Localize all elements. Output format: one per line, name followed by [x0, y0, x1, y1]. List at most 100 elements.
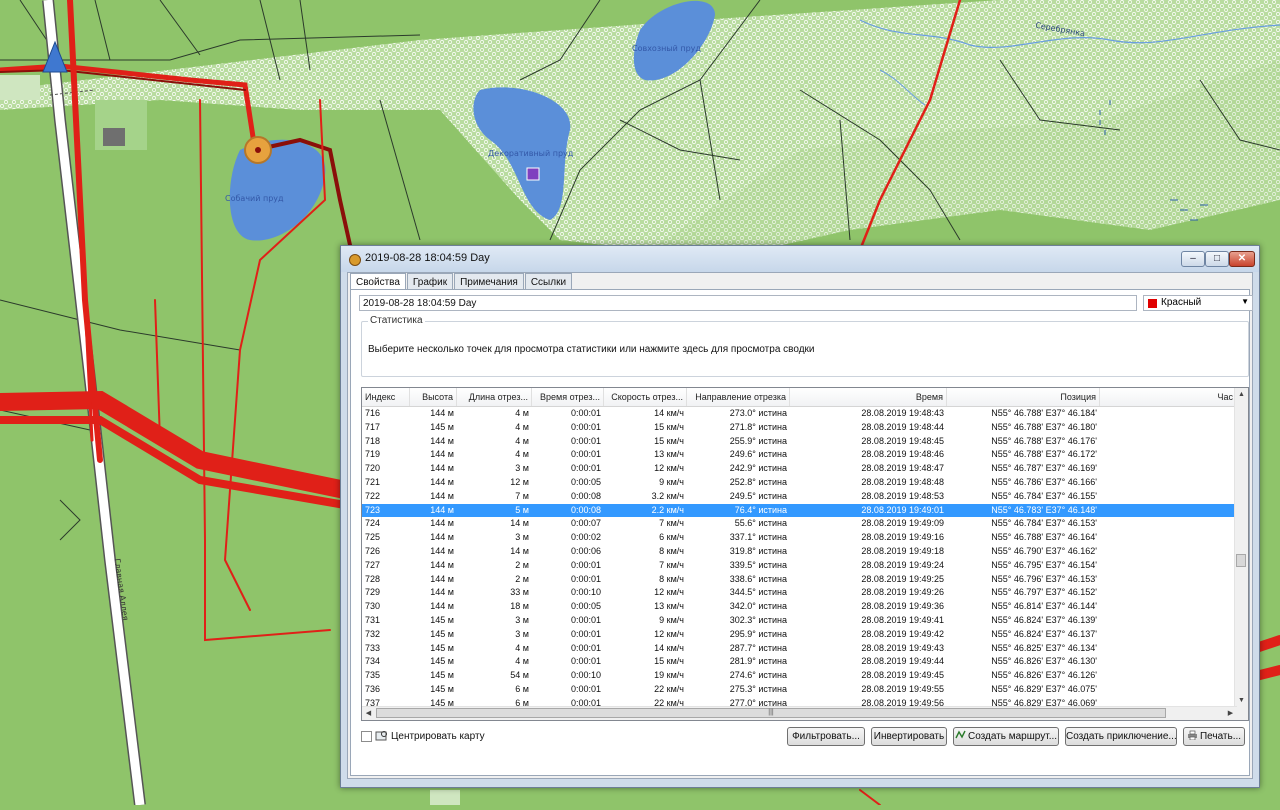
cell-leg-speed: 15 км/ч	[654, 435, 684, 446]
cell-leg-length: 3 м	[515, 614, 529, 625]
cell-leg-course: 337.1° истина	[729, 532, 787, 543]
poi-icon[interactable]	[526, 167, 540, 181]
scroll-up-icon[interactable]: ▲	[1235, 388, 1248, 401]
table-row[interactable]: 734 145 м 4 м 0:00:01 15 км/ч 281.9° истина 28…	[362, 655, 1237, 669]
cell-leg-length: 7 м	[515, 490, 529, 501]
column-header-timezone[interactable]: Час	[1100, 388, 1237, 406]
column-header-leg-time[interactable]: Время отрез...	[532, 388, 604, 406]
horizontal-scroll-thumb[interactable]: |||	[376, 708, 1166, 718]
table-row[interactable]: 732 145 м 3 м 0:00:01 12 км/ч 295.9° истина 28…	[362, 628, 1237, 642]
column-header-leg-length[interactable]: Длина отрез...	[457, 388, 532, 406]
color-dropdown[interactable]: Красный ▼	[1143, 295, 1253, 311]
cell-position: N55° 46.784' E37° 46.153'	[991, 518, 1097, 529]
table-row[interactable]: 725 144 м 3 м 0:00:02 6 км/ч 337.1° истина 28.…	[362, 531, 1237, 545]
create-route-button[interactable]: Создать маршрут...	[953, 727, 1059, 746]
cell-position: N55° 46.783' E37° 46.148'	[991, 504, 1097, 515]
cell-time: 28.08.2019 19:49:24	[861, 559, 944, 570]
table-row[interactable]: 724 144 м 14 м 0:00:07 7 км/ч 55.6° истина 28.…	[362, 517, 1237, 531]
statistics-group[interactable]: Статистика Выберите несколько точек для …	[361, 315, 1249, 377]
cell-leg-length: 3 м	[515, 628, 529, 639]
cell-leg-speed: 22 км/ч	[654, 683, 684, 694]
cell-leg-speed: 12 км/ч	[654, 587, 684, 598]
cell-time: 28.08.2019 19:49:09	[861, 518, 944, 529]
cell-leg-course: 275.3° истина	[729, 683, 787, 694]
cell-altitude: 144 м	[430, 408, 454, 418]
table-row[interactable]: 722 144 м 7 м 0:00:08 3.2 км/ч 249.5° истина 2…	[362, 490, 1237, 504]
cell-position: N55° 46.796' E37° 46.153'	[991, 573, 1097, 584]
cell-time: 28.08.2019 19:49:26	[861, 587, 944, 598]
cell-time: 28.08.2019 19:49:45	[861, 670, 944, 681]
center-map-checkbox[interactable]	[361, 731, 372, 742]
create-adventure-button[interactable]: Создать приключение...	[1065, 727, 1177, 746]
table-body: 716 144 м 4 м 0:00:01 14 км/ч 273.0° истина 28…	[362, 407, 1237, 711]
cell-leg-time: 0:00:01	[570, 642, 601, 653]
cell-leg-length: 18 м	[510, 601, 529, 612]
cell-position: N55° 46.814' E37° 46.144'	[991, 601, 1097, 612]
column-header-time[interactable]: Время	[790, 388, 947, 406]
cell-leg-course: 271.8° истина	[729, 421, 787, 432]
print-button[interactable]: Печать...	[1183, 727, 1245, 746]
cell-position: N55° 46.795' E37° 46.154'	[991, 559, 1097, 570]
table-row[interactable]: 736 145 м 6 м 0:00:01 22 км/ч 275.3° истина 28…	[362, 683, 1237, 697]
track-points-table[interactable]: Индекс Высота Длина отрез... Время отрез...…	[361, 387, 1249, 721]
statistics-hint[interactable]: Выберите несколько точек для просмотра с…	[368, 344, 815, 355]
cell-leg-time: 0:00:10	[570, 670, 601, 681]
column-header-index[interactable]: Индекс	[362, 388, 410, 406]
close-button[interactable]: ✕	[1229, 251, 1255, 267]
cell-position: N55° 46.788' E37° 46.176'	[991, 435, 1097, 446]
cell-leg-speed: 14 км/ч	[654, 642, 684, 653]
cell-altitude: 145 м	[430, 670, 454, 681]
table-row[interactable]: 718 144 м 4 м 0:00:01 15 км/ч 255.9° истина 28…	[362, 435, 1237, 449]
cell-leg-length: 2 м	[515, 559, 529, 570]
cell-position: N55° 46.786' E37° 46.166'	[991, 476, 1097, 487]
title-bar[interactable]: 2019-08-28 18:04:59 Day – □ ✕	[341, 246, 1259, 272]
table-row[interactable]: 728 144 м 2 м 0:00:01 8 км/ч 338.6° истина 28.…	[362, 573, 1237, 587]
cell-time: 28.08.2019 19:48:48	[861, 476, 944, 487]
table-row[interactable]: 721 144 м 12 м 0:00:05 9 км/ч 252.8° истина 28…	[362, 476, 1237, 490]
cell-altitude: 145 м	[430, 614, 454, 625]
cell-time: 28.08.2019 19:49:43	[861, 642, 944, 653]
cell-leg-course: 344.5° истина	[729, 587, 787, 598]
column-header-position[interactable]: Позиция	[947, 388, 1100, 406]
scroll-left-icon[interactable]: ◀	[362, 707, 375, 720]
table-row[interactable]: 720 144 м 3 м 0:00:01 12 км/ч 242.9° истина 28…	[362, 462, 1237, 476]
cell-position: N55° 46.788' E37° 46.180'	[991, 421, 1097, 432]
table-row[interactable]: 716 144 м 4 м 0:00:01 14 км/ч 273.0° истина 28…	[362, 407, 1237, 421]
cell-leg-course: 338.6° истина	[729, 573, 787, 584]
cell-index: 723	[365, 504, 381, 515]
table-row[interactable]: 735 145 м 54 м 0:00:10 19 км/ч 274.6° истина 2…	[362, 669, 1237, 683]
table-row[interactable]: 727 144 м 2 м 0:00:01 7 км/ч 339.5° истина 28.…	[362, 559, 1237, 573]
cell-leg-time: 0:00:08	[570, 490, 601, 501]
table-row[interactable]: 729 144 м 33 м 0:00:10 12 км/ч 344.5° истина 2…	[362, 586, 1237, 600]
invert-button[interactable]: Инвертировать	[871, 727, 947, 746]
vertical-scroll-thumb[interactable]	[1236, 554, 1246, 567]
column-header-leg-speed[interactable]: Скорость отрез...	[604, 388, 687, 406]
table-row[interactable]: 726 144 м 14 м 0:00:06 8 км/ч 319.8° истина 28…	[362, 545, 1237, 559]
track-name-input[interactable]	[359, 295, 1137, 311]
filter-button[interactable]: Фильтровать...	[787, 727, 865, 746]
table-row[interactable]: 730 144 м 18 м 0:00:05 13 км/ч 342.0° истина 2…	[362, 600, 1237, 614]
cell-altitude: 144 м	[430, 463, 454, 474]
minimize-button[interactable]: –	[1181, 251, 1205, 267]
column-header-altitude[interactable]: Высота	[410, 388, 457, 406]
table-row[interactable]: 733 145 м 4 м 0:00:01 14 км/ч 287.7° истина 28…	[362, 642, 1237, 656]
center-map-label[interactable]: Центрировать карту	[391, 731, 485, 742]
cell-position: N55° 46.824' E37° 46.137'	[991, 628, 1097, 639]
cell-position: N55° 46.829' E37° 46.075'	[991, 683, 1097, 694]
cell-time: 28.08.2019 19:49:16	[861, 532, 944, 543]
table-row[interactable]: 719 144 м 4 м 0:00:01 13 км/ч 249.6° истина 28…	[362, 448, 1237, 462]
cell-index: 729	[365, 587, 381, 598]
column-header-leg-course[interactable]: Направление отрезка	[687, 388, 790, 406]
table-row-selected[interactable]: 723 144 м 5 м 0:00:08 2.2 км/ч 76.4° истина 28…	[362, 503, 1237, 518]
color-swatch	[1148, 299, 1157, 308]
table-row[interactable]: 731 145 м 3 м 0:00:01 9 км/ч 302.3° истина 28.…	[362, 614, 1237, 628]
cell-leg-time: 0:00:06	[570, 545, 601, 556]
table-row[interactable]: 717 145 м 4 м 0:00:01 15 км/ч 271.8° истина 28…	[362, 421, 1237, 435]
table-header: Индекс Высота Длина отрез... Время отрез...…	[362, 388, 1237, 407]
maximize-button[interactable]: □	[1205, 251, 1229, 267]
cell-index: 716	[365, 408, 381, 418]
cell-leg-time: 0:00:01	[570, 614, 601, 625]
cell-index: 717	[365, 421, 381, 432]
horizontal-scrollbar[interactable]: ◀ ||| ▶	[362, 706, 1237, 720]
vertical-scrollbar[interactable]: ▲ ▼	[1234, 388, 1248, 707]
